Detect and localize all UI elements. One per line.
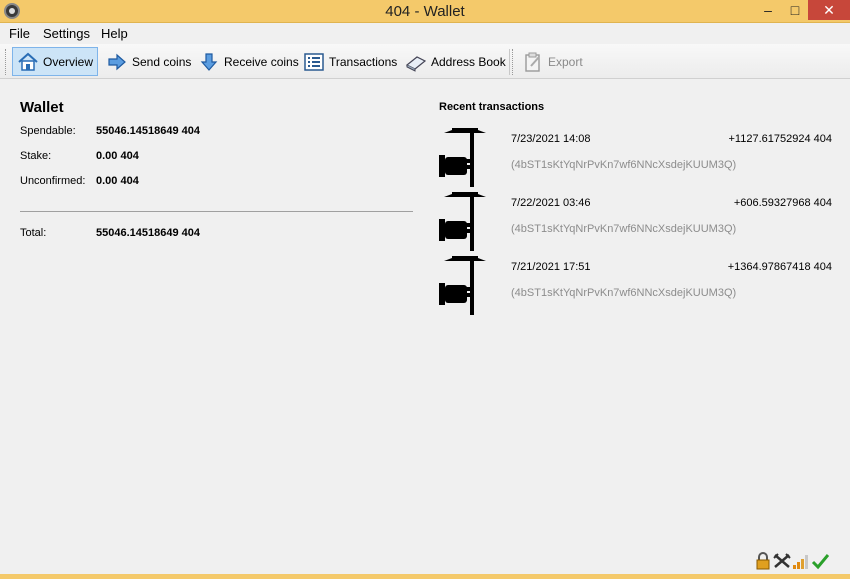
arrow-down-icon — [198, 51, 220, 73]
menu-help[interactable]: Help — [101, 26, 128, 41]
toolbar-grip[interactable] — [5, 49, 8, 75]
signal-icon[interactable] — [792, 552, 810, 570]
receive-coins-label: Receive coins — [224, 54, 299, 69]
spendable-value: 55046.14518649 404 — [96, 125, 200, 137]
transaction-amount: +1364.97867418 404 — [727, 261, 832, 273]
send-coins-button[interactable]: Send coins — [102, 47, 195, 76]
maximize-button[interactable]: □ — [783, 0, 807, 20]
export-button[interactable]: Export — [518, 47, 587, 76]
toolbar: Overview Send coins Receive coins Transa… — [0, 44, 850, 79]
transaction-date: 7/23/2021 14:08 — [511, 133, 591, 145]
overview-label: Overview — [43, 54, 94, 69]
address-book-label: Address Book — [431, 54, 506, 69]
transaction-amount: +1127.61752924 404 — [728, 133, 833, 145]
transaction-date: 7/22/2021 03:46 — [511, 197, 591, 209]
transaction-item[interactable]: 7/21/2021 17:51 +1364.97867418 404 (4bST… — [436, 251, 836, 315]
home-icon — [17, 51, 39, 73]
export-label: Export — [548, 54, 583, 69]
title-bar: 404 - Wallet – □ ✕ — [0, 0, 850, 23]
transaction-address: (4bST1sKtYqNrPvKn7wf6NNcXsdejKUUM3Q) — [511, 223, 737, 235]
book-icon — [405, 51, 427, 73]
window-bottom-border — [0, 574, 850, 579]
mining-icon[interactable] — [773, 552, 791, 570]
balance-divider — [20, 211, 413, 212]
receive-coins-button[interactable]: Receive coins — [194, 47, 303, 76]
synced-check-icon[interactable] — [811, 552, 829, 570]
mining-pick-icon — [439, 192, 486, 251]
total-label: Total: — [20, 227, 47, 239]
toolbar-grip-2[interactable] — [512, 49, 515, 75]
mining-pick-icon — [439, 128, 486, 187]
transaction-address: (4bST1sKtYqNrPvKn7wf6NNcXsdejKUUM3Q) — [511, 287, 737, 299]
transaction-address: (4bST1sKtYqNrPvKn7wf6NNcXsdejKUUM3Q) — [511, 159, 737, 171]
menu-bar: File Settings Help — [0, 23, 850, 44]
total-value: 55046.14518649 404 — [96, 227, 200, 239]
unconfirmed-label: Unconfirmed: — [20, 175, 86, 187]
transaction-date: 7/21/2021 17:51 — [511, 261, 591, 273]
transaction-amount: +606.59327968 404 — [733, 197, 832, 209]
close-button[interactable]: ✕ — [808, 0, 850, 20]
minimize-button[interactable]: – — [755, 0, 781, 20]
stake-label: Stake: — [20, 150, 52, 162]
window-title: 404 - Wallet — [385, 3, 465, 20]
transactions-button[interactable]: Transactions — [299, 47, 401, 76]
unconfirmed-value: 0.00 404 — [96, 175, 139, 187]
mining-pick-icon — [439, 256, 486, 315]
stake-value: 0.00 404 — [96, 150, 139, 162]
overview-button[interactable]: Overview — [12, 47, 98, 76]
transaction-item[interactable]: 7/23/2021 14:08 +1127.61752924 404 (4bST… — [436, 123, 836, 187]
menu-settings[interactable]: Settings — [43, 26, 90, 41]
transactions-label: Transactions — [329, 54, 398, 69]
menu-file[interactable]: File — [9, 26, 30, 41]
send-coins-label: Send coins — [132, 54, 192, 69]
spendable-label: Spendable: — [20, 125, 76, 137]
wallet-heading: Wallet — [20, 99, 64, 116]
list-icon — [303, 51, 325, 73]
arrow-right-icon — [106, 51, 128, 73]
address-book-button[interactable]: Address Book — [401, 47, 510, 76]
lock-icon[interactable] — [754, 552, 772, 570]
clipboard-icon — [522, 51, 544, 73]
toolbar-separator — [509, 49, 510, 75]
transaction-item[interactable]: 7/22/2021 03:46 +606.59327968 404 (4bST1… — [436, 187, 836, 251]
recent-transactions-heading: Recent transactions — [439, 101, 545, 113]
